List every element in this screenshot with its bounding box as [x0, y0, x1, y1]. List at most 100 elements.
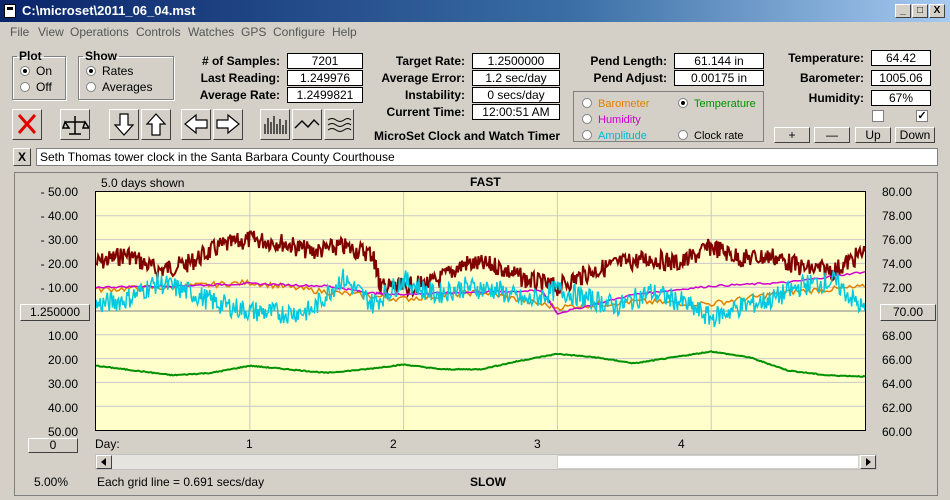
show-averages-label: Averages — [102, 80, 153, 94]
last-reading-value: 1.249976 — [287, 70, 363, 86]
right-checkbox[interactable]: ✓ — [916, 110, 928, 122]
radio-dot — [678, 130, 688, 140]
left-axis-label: - 30.00 — [40, 233, 78, 247]
center-right-button[interactable]: 70.00 — [880, 304, 936, 321]
show-rates-label: Rates — [102, 64, 134, 78]
barometer-value: 1005.06 — [871, 70, 931, 86]
slow-label: SLOW — [470, 475, 506, 489]
up-arrow-button[interactable] — [141, 109, 171, 140]
line-graph-icon — [294, 118, 320, 129]
radio-dot — [86, 66, 96, 76]
maximize-button[interactable]: □ — [912, 4, 928, 18]
arrow-down-icon — [113, 113, 135, 136]
app-icon — [4, 4, 16, 18]
average-rate-label: Average Rate: — [199, 88, 280, 102]
stop-button[interactable] — [12, 109, 42, 140]
menu-file[interactable]: File — [10, 25, 29, 39]
average-error-value: 1.2 sec/day — [472, 70, 560, 86]
description-field[interactable]: Seth Thomas tower clock in the Santa Bar… — [36, 148, 938, 166]
rate-plot[interactable] — [95, 191, 866, 431]
series-line-2 — [96, 270, 865, 315]
balance-button[interactable] — [60, 109, 91, 140]
right-axis-label: 60.00 — [882, 425, 913, 439]
offset-zero-button[interactable]: 0 — [28, 438, 78, 453]
line-graph-button[interactable] — [292, 109, 322, 140]
temperature-value: 64.42 — [871, 50, 931, 66]
left-axis-label: 20.00 — [47, 353, 78, 367]
grid-note: Each grid line = 0.691 secs/day — [97, 475, 265, 489]
scale-plus-button[interactable]: + — [774, 127, 810, 143]
opt-barometer-label: Barometer — [598, 98, 650, 110]
left-arrow-button[interactable] — [181, 109, 211, 140]
show-averages-radio[interactable]: Averages — [86, 80, 152, 94]
arrow-up-icon — [145, 113, 167, 136]
right-axis-label: 62.00 — [882, 401, 913, 415]
target-rate-label: Target Rate: — [395, 54, 465, 68]
title-bar[interactable]: C:\microset\2011_06_04.mst _ □ X — [0, 0, 950, 22]
right-axis-label: 66.00 — [882, 353, 913, 367]
opt-temperature-label: Temperature — [694, 98, 756, 110]
x-axis-label: 1 — [246, 437, 253, 451]
menu-help[interactable]: Help — [332, 25, 357, 39]
average-rate-value: 1.2499821 — [287, 87, 363, 103]
humidity-label: Humidity: — [808, 91, 864, 105]
close-button[interactable]: X — [929, 4, 945, 18]
show-rates-radio[interactable]: Rates — [86, 64, 133, 78]
x-axis-label: 4 — [678, 437, 685, 451]
bar-graph-button[interactable] — [260, 109, 290, 140]
pend-length-value: 61.144 in — [674, 53, 764, 69]
scroll-thumb[interactable] — [557, 455, 859, 469]
series-line-3 — [96, 268, 865, 328]
menu-view[interactable]: View — [38, 25, 64, 39]
menu-gps[interactable]: GPS — [241, 25, 266, 39]
left-axis-label: - 20.00 — [40, 257, 78, 271]
opt-clock-rate[interactable]: Clock rate — [678, 128, 744, 142]
wave-graph-button[interactable] — [324, 109, 354, 140]
wave-lines-icon — [327, 118, 352, 132]
plot-on-radio[interactable]: On — [20, 64, 52, 78]
down-arrow-button[interactable] — [109, 109, 139, 140]
scale-down-button[interactable]: Down — [895, 127, 935, 143]
arrow-right-icon — [216, 113, 240, 135]
x-axis-start-label: Day: — [95, 437, 120, 451]
show-group-legend: Show — [85, 49, 117, 63]
opt-amplitude[interactable]: Amplitude — [582, 128, 647, 142]
pend-adjust-value: 0.00175 in — [674, 70, 764, 86]
plot-off-radio[interactable]: Off — [20, 80, 52, 94]
menu-controls[interactable]: Controls — [136, 25, 181, 39]
graph-options-box: Barometer Temperature Humidity Amplitude… — [573, 91, 764, 142]
pend-adjust-label: Pend Adjust: — [593, 71, 667, 85]
opt-temperature[interactable]: Temperature — [678, 96, 756, 110]
left-checkbox[interactable] — [872, 110, 884, 122]
zoom-label: 5.00% — [34, 475, 69, 489]
menu-operations[interactable]: Operations — [70, 25, 129, 39]
right-axis-label: 80.00 — [882, 185, 913, 199]
center-rate-button[interactable]: 1.250000 — [20, 304, 90, 321]
minimize-button[interactable]: _ — [895, 4, 911, 18]
balance-scale-icon — [61, 116, 91, 135]
clear-description-button[interactable]: X — [13, 148, 31, 166]
left-axis-label: 10.00 — [47, 329, 78, 343]
scroll-left-button[interactable] — [96, 455, 112, 469]
samples-value: 7201 — [287, 53, 363, 69]
opt-humidity-label: Humidity — [598, 114, 641, 126]
instability-value: 0 secs/day — [472, 87, 560, 103]
red-x-icon — [17, 114, 37, 134]
triangle-left-icon — [101, 458, 106, 466]
opt-barometer[interactable]: Barometer — [582, 96, 649, 110]
radio-dot — [582, 130, 592, 140]
left-axis-label: 50.00 — [47, 425, 78, 439]
plot-canvas — [96, 192, 865, 430]
right-arrow-button[interactable] — [213, 109, 243, 140]
average-error-label: Average Error: — [381, 71, 465, 85]
scale-up-button[interactable]: Up — [855, 127, 891, 143]
menu-watches[interactable]: Watches — [188, 25, 234, 39]
plot-on-label: On — [36, 64, 53, 78]
radio-dot — [582, 114, 592, 124]
opt-humidity[interactable]: Humidity — [582, 112, 641, 126]
scale-minus-button[interactable]: — — [814, 127, 850, 143]
right-axis-label: 68.00 — [882, 329, 913, 343]
menu-configure[interactable]: Configure — [273, 25, 325, 39]
opt-amplitude-label: Amplitude — [598, 130, 647, 142]
scroll-right-button[interactable] — [860, 455, 876, 469]
